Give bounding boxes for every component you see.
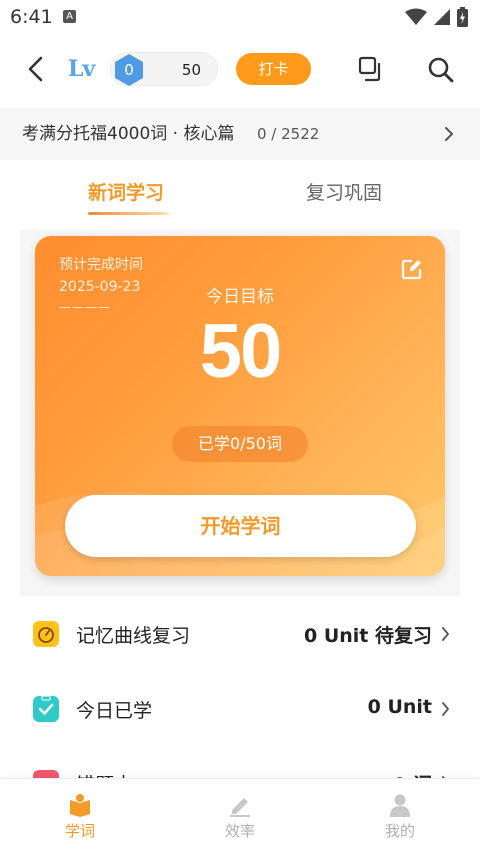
current-book-banner[interactable]: 考满分托福4000词 · 核心篇 0 / 2522 bbox=[0, 108, 480, 160]
profile-icon bbox=[390, 794, 410, 817]
level-progress-pill[interactable]: 0 50 bbox=[110, 52, 218, 86]
study-tabs: 新词学习 复习巩固 bbox=[0, 160, 480, 230]
status-icons bbox=[405, 7, 468, 27]
daily-goal-label: 今日目标 bbox=[206, 287, 274, 307]
memory-curve-icon bbox=[33, 621, 59, 647]
status-time: 6:41 bbox=[10, 6, 53, 28]
learned-count-chip: 已学0/50词 bbox=[172, 426, 308, 462]
back-button[interactable] bbox=[22, 54, 52, 84]
start-learning-button[interactable]: 开始学词 bbox=[65, 495, 416, 557]
nav-label: 学词 bbox=[64, 822, 95, 840]
copy-icon[interactable] bbox=[358, 56, 384, 82]
nav-label: 效率 bbox=[224, 822, 255, 840]
battery-icon bbox=[457, 7, 468, 27]
daily-target-value: 50 bbox=[181, 61, 201, 79]
daily-goal-card: 预计完成时间 2025-09-23 ———— 今日目标 50 已学0/50词 开… bbox=[35, 236, 445, 576]
chevron-right-icon bbox=[442, 702, 449, 716]
wifi-icon bbox=[405, 8, 427, 25]
list-item-memory-review[interactable]: 记忆曲线复习 0 Unit 待复习 bbox=[0, 597, 480, 671]
nav-item-profile[interactable]: 我的 bbox=[350, 779, 450, 853]
estimated-finish-label: 预计完成时间 bbox=[59, 257, 143, 273]
list-item-label: 记忆曲线复习 bbox=[76, 625, 191, 647]
status-bar: 6:41 A bbox=[0, 0, 480, 34]
active-tab-indicator bbox=[88, 212, 172, 215]
edit-goal-icon[interactable] bbox=[401, 258, 423, 280]
book-icon bbox=[70, 794, 90, 817]
signal-icon bbox=[434, 9, 450, 25]
app-notification-icon: A bbox=[63, 10, 76, 23]
nav-item-learn[interactable]: 学词 bbox=[30, 779, 130, 853]
nav-item-efficiency[interactable]: 效率 bbox=[190, 779, 290, 853]
nav-label: 我的 bbox=[384, 822, 415, 840]
book-title: 考满分托福4000词 · 核心篇 bbox=[22, 124, 235, 144]
list-item-today-learned[interactable]: 今日已学 0 Unit bbox=[0, 671, 480, 745]
daily-goal-number: 50 bbox=[199, 309, 283, 394]
level-value: 0 bbox=[124, 61, 134, 79]
bottom-nav: 学词 效率 我的 bbox=[0, 778, 480, 853]
pen-icon bbox=[230, 798, 250, 817]
book-progress: 0 / 2522 bbox=[257, 125, 320, 143]
level-logo: Lv bbox=[68, 56, 95, 82]
search-icon[interactable] bbox=[427, 56, 455, 84]
chevron-right-icon bbox=[445, 127, 453, 141]
chevron-right-icon bbox=[442, 627, 449, 641]
tab-review[interactable]: 复习巩固 bbox=[306, 178, 382, 205]
list-item-value: 0 Unit 待复习 bbox=[304, 625, 432, 647]
clipboard-check-icon bbox=[33, 695, 59, 722]
checkin-button[interactable]: 打卡 bbox=[236, 53, 311, 85]
list-item-value: 0 Unit bbox=[367, 696, 432, 718]
top-toolbar: Lv 0 50 打卡 bbox=[0, 34, 480, 106]
list-item-label: 今日已学 bbox=[76, 700, 153, 722]
tab-new-words[interactable]: 新词学习 bbox=[88, 178, 164, 205]
